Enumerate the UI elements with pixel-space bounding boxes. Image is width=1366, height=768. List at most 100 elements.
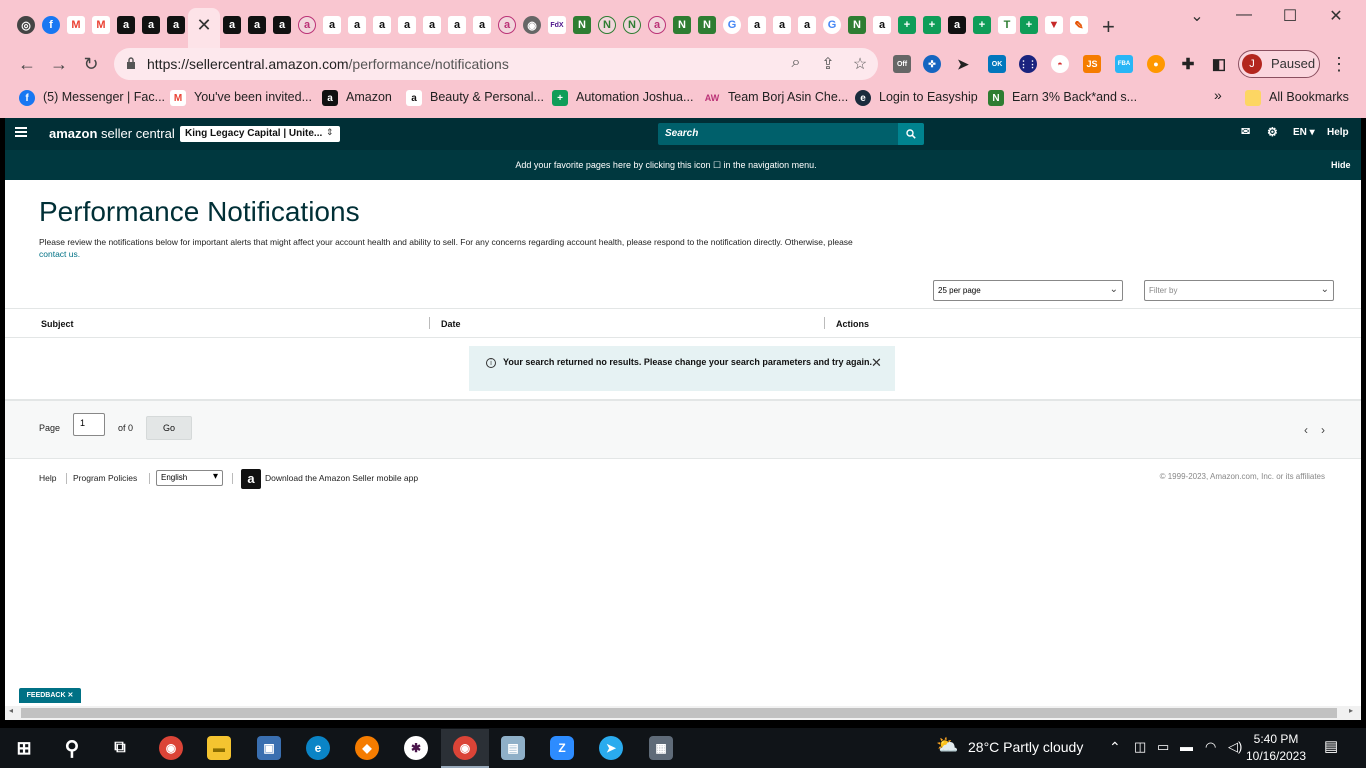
sheets-tab-icon[interactable]: + [898,16,916,34]
amazon-tab-icon[interactable]: a [142,16,160,34]
network-app-icon[interactable]: ▣ [257,736,281,760]
weather-text[interactable]: 28°C Partly cloudy [968,739,1083,755]
close-window-button[interactable]: ✕ [1321,6,1351,26]
notification-icon[interactable]: ▤ [1324,737,1338,755]
column-actions[interactable]: Actions [836,319,869,329]
amazon-tab-icon[interactable]: a [948,16,966,34]
profile-button[interactable]: J Paused [1238,50,1320,78]
rakuten-tab-icon[interactable]: N [848,16,866,34]
close-tab-icon[interactable]: ✕ [196,15,212,36]
help-link[interactable]: Help [1327,127,1349,138]
battery-icon[interactable]: ▬ [1180,739,1193,754]
pencil-tab-icon[interactable]: ✎ [1070,16,1088,34]
chrome-tab-icon[interactable]: ◎ [17,16,35,34]
bookmark-messenger[interactable]: (5) Messenger | Fac... [43,90,165,104]
rakuten-tab-icon[interactable]: N [698,16,716,34]
chevron-up-icon[interactable]: ⌃ [1109,739,1121,756]
amazon-smile-tab-icon[interactable]: a [773,16,791,34]
extension-js-icon[interactable]: JS [1083,55,1101,73]
telegram-icon[interactable]: ➤ [599,736,623,760]
hide-favorites-link[interactable]: Hide [1331,160,1351,170]
program-policies-link[interactable]: Program Policies [73,473,137,483]
amazon-smile-tab-icon[interactable]: a [348,16,366,34]
slack-icon[interactable]: ✱ [404,736,428,760]
sheets-tab-icon[interactable]: + [1020,16,1038,34]
share-icon[interactable]: ⇪ [818,54,838,74]
bookmark-star-icon[interactable]: ☆ [850,54,870,74]
rakuten-tab-icon[interactable]: N [598,16,616,34]
display-icon[interactable]: ▭ [1157,739,1169,755]
footer-language-select[interactable]: English ▾ [156,470,223,486]
language-selector[interactable]: EN ▾ [1293,127,1315,138]
column-subject[interactable]: Subject [41,319,74,329]
vpn-app-icon[interactable]: ◆ [355,736,379,760]
extension-orange-icon[interactable]: ● [1147,55,1165,73]
amazon-smile-tab-icon[interactable]: a [798,16,816,34]
meet-now-icon[interactable]: ◫ [1134,739,1146,755]
extension-grid-icon[interactable]: ⋮⋮ [1019,55,1037,73]
amazon-smile-tab-icon[interactable]: a [323,16,341,34]
header-search-input[interactable]: Search [658,123,898,145]
globe-tab-icon[interactable]: ◉ [523,16,541,34]
gmail-tab-icon[interactable]: M [92,16,110,34]
chrome-app-icon[interactable]: ◉ [159,736,183,760]
amazon-smile-tab-icon[interactable]: a [473,16,491,34]
amazon-smile-tab-icon[interactable]: a [373,16,391,34]
asin-tab-icon[interactable]: a [648,16,666,34]
menu-icon[interactable]: ⋮ [1330,54,1348,75]
extension-ok-icon[interactable]: OK [988,55,1006,73]
asin-tab-icon[interactable]: a [298,16,316,34]
bookmark-easyship[interactable]: Login to Easyship [879,90,978,104]
extensions-puzzle-icon[interactable]: ✚ [1179,55,1197,73]
bookmark-amazon[interactable]: Amazon [346,90,392,104]
new-tab-button[interactable]: + [1102,14,1115,40]
account-selector[interactable]: King Legacy Capital | Unite... [180,126,340,142]
extension-gamepad-icon[interactable]: ✜ [923,55,941,73]
footer-help-link[interactable]: Help [39,473,56,483]
scroll-right-icon[interactable]: ▸ [1349,706,1353,715]
rakuten-tab-icon[interactable]: N [623,16,641,34]
previous-page-icon[interactable]: ‹ [1304,423,1308,437]
weather-icon[interactable]: ⛅ [936,735,958,756]
back-button[interactable]: ← [15,54,39,75]
amazon-smile-tab-icon[interactable]: a [873,16,891,34]
minimize-button[interactable]: — [1229,6,1259,24]
seller-central-logo[interactable]: amazon seller central [49,126,175,141]
go-button[interactable]: Go [146,416,192,440]
google-tab-icon[interactable]: G [823,16,841,34]
bookmark-invite[interactable]: You've been invited... [194,90,312,104]
feedback-button[interactable]: FEEDBACK ✕ [19,688,81,703]
bookmark-beauty[interactable]: Beauty & Personal... [430,90,544,104]
gmail-tab-icon[interactable]: M [67,16,85,34]
clock[interactable]: 5:40 PM 10/16/2023 [1244,731,1308,765]
bookmark-rakuten[interactable]: Earn 3% Back*and s... [1012,90,1137,104]
side-panel-icon[interactable]: ◧ [1210,55,1228,73]
amazon-smile-tab-icon[interactable]: a [423,16,441,34]
notebook-app-icon[interactable]: ▤ [501,736,525,760]
script-tab-icon[interactable]: T [998,16,1016,34]
gear-icon[interactable]: ⚙ [1267,125,1278,139]
extension-fba-icon[interactable]: FBA [1115,55,1133,73]
volume-icon[interactable]: ◁) [1228,739,1242,755]
vpn-tab-icon[interactable]: ▼ [1045,16,1063,34]
page-number-input[interactable]: 1 [73,413,105,436]
asin-tab-icon[interactable]: a [498,16,516,34]
rakuten-tab-icon[interactable]: N [673,16,691,34]
sheets-tab-icon[interactable]: + [973,16,991,34]
extension-cursor-icon[interactable]: ➤ [954,55,972,73]
amazon-smile-tab-icon[interactable]: a [398,16,416,34]
bookmark-team-borj[interactable]: Team Borj Asin Che... [728,90,848,104]
close-icon[interactable]: ✕ [871,355,882,371]
search-button[interactable] [898,123,924,145]
bookmark-automation[interactable]: Automation Joshua... [576,90,693,104]
bookmarks-overflow-button[interactable]: » [1214,87,1222,103]
contact-us-link[interactable]: contact us. [39,249,80,259]
reload-button[interactable]: ↻ [79,54,103,75]
rakuten-tab-icon[interactable]: N [573,16,591,34]
zoom-app-icon[interactable]: Z [550,736,574,760]
amazon-app-icon[interactable]: a [241,469,261,489]
fedex-tab-icon[interactable]: FdX [548,16,566,34]
windows-start-icon[interactable]: ⊞ [12,736,36,760]
amazon-tab-icon[interactable]: a [273,16,291,34]
url-text[interactable]: https://sellercentral.amazon.com/perform… [147,56,509,72]
